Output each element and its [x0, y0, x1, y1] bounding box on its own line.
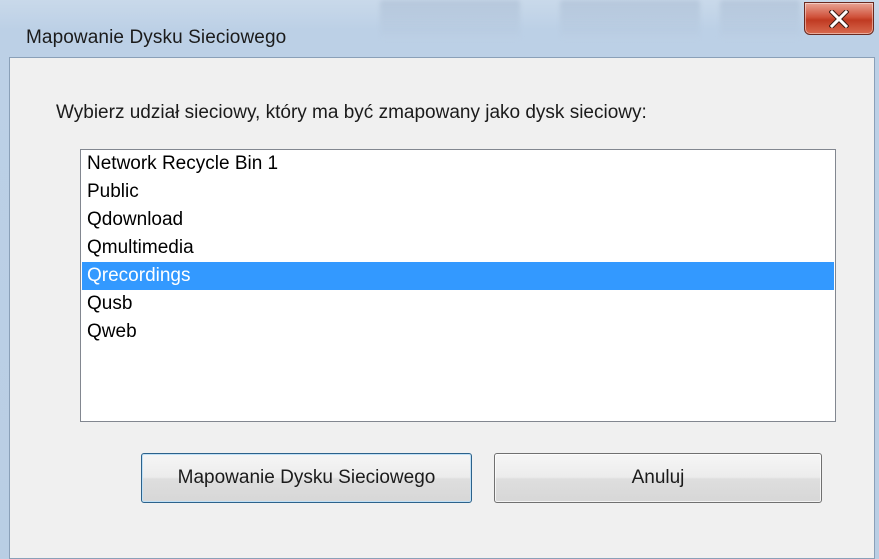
list-item[interactable]: Qdownload [82, 206, 834, 234]
close-button[interactable] [804, 2, 874, 35]
title-bar[interactable]: Mapowanie Dysku Sieciowego [0, 0, 879, 48]
list-item[interactable]: Qmultimedia [82, 234, 834, 262]
map-drive-button[interactable]: Mapowanie Dysku Sieciowego [141, 453, 472, 503]
list-item[interactable]: Qweb [82, 318, 834, 346]
close-icon [829, 9, 849, 28]
share-listbox[interactable]: Network Recycle Bin 1 Public Qdownload Q… [80, 149, 836, 422]
list-item[interactable]: Network Recycle Bin 1 [82, 150, 834, 178]
prompt-label: Wybierz udział sieciowy, który ma być zm… [56, 102, 647, 123]
cancel-button[interactable]: Anuluj [494, 453, 822, 503]
dialog-window: Mapowanie Dysku Sieciowego Wybierz udzia… [0, 0, 879, 559]
window-title: Mapowanie Dysku Sieciowego [26, 27, 287, 48]
list-item[interactable]: Qusb [82, 290, 834, 318]
list-item[interactable]: Public [82, 178, 834, 206]
dialog-client-area: Wybierz udział sieciowy, który ma być zm… [9, 57, 875, 559]
list-item-selected[interactable]: Qrecordings [82, 262, 834, 290]
